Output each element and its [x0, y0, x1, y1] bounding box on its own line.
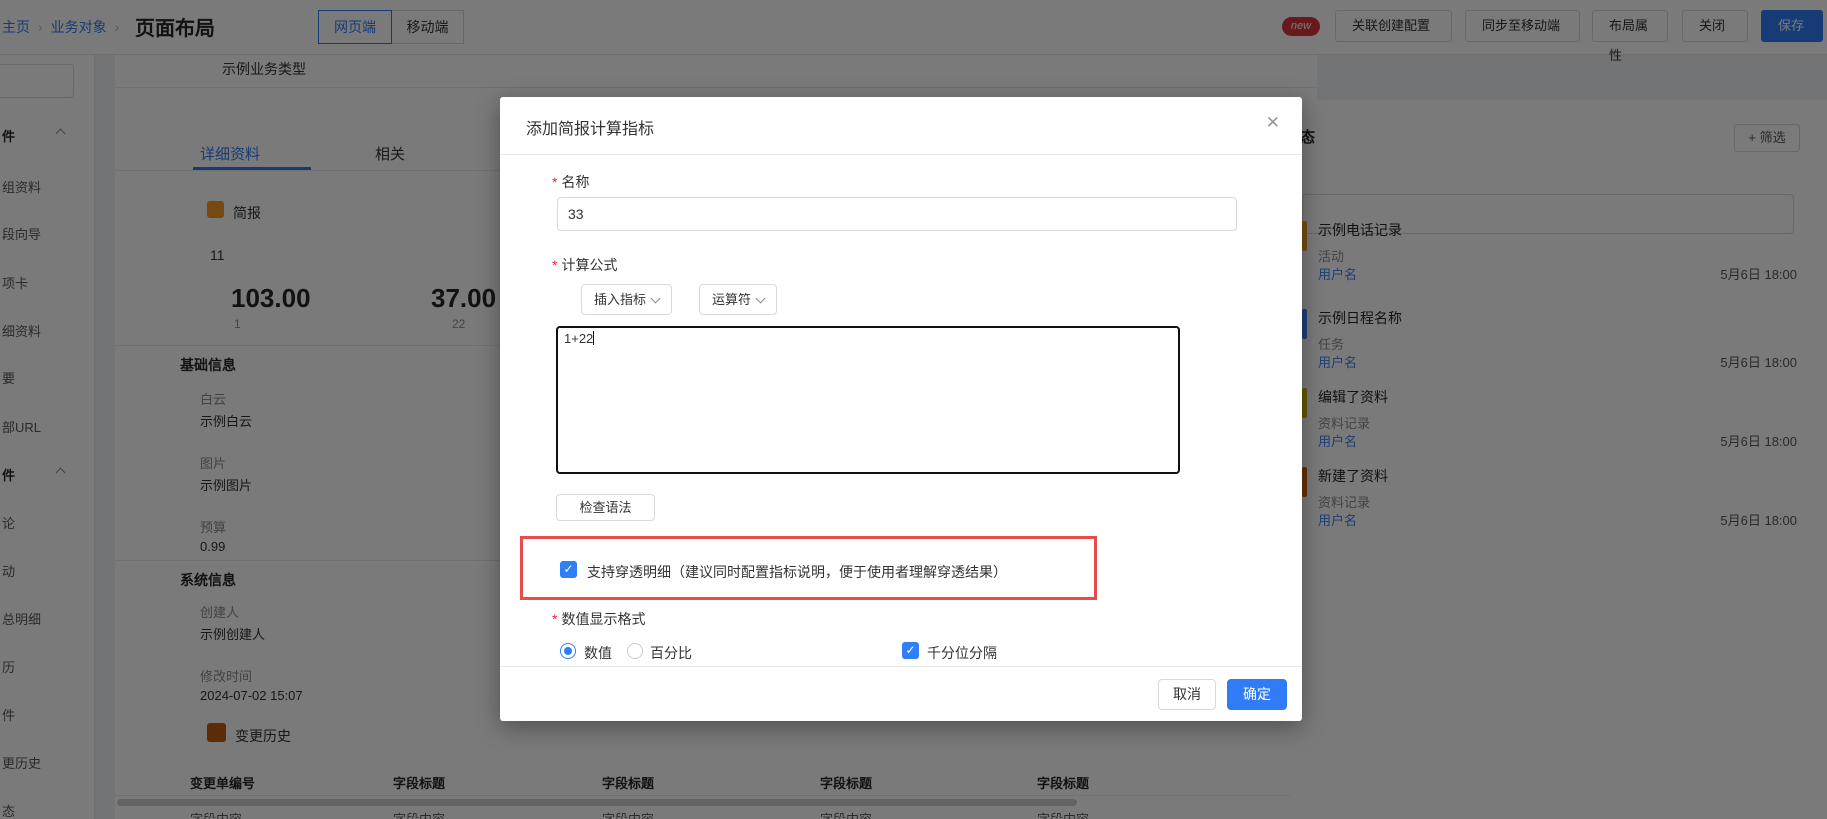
chevron-down-icon	[651, 294, 661, 304]
close-icon[interactable]: ✕	[1266, 113, 1280, 133]
radio-number-label[interactable]: 数值	[584, 643, 612, 663]
insert-metric-dropdown[interactable]: 插入指标	[581, 284, 672, 315]
passthrough-checkbox-label[interactable]: 支持穿透明细（建议同时配置指标说明，便于使用者理解穿透结果）	[587, 562, 1007, 582]
cancel-button[interactable]: 取消	[1158, 679, 1216, 710]
radio-number[interactable]	[560, 643, 576, 659]
thousand-separator-checkbox[interactable]: ✓	[902, 642, 919, 659]
formula-field-label: *计算公式	[552, 255, 617, 275]
text-cursor	[593, 331, 594, 345]
radio-percent-label[interactable]: 百分比	[650, 643, 692, 663]
thousand-separator-label[interactable]: 千分位分隔	[927, 643, 997, 663]
check-syntax-button[interactable]: 检查语法	[556, 494, 655, 521]
name-input[interactable]	[557, 197, 1237, 231]
required-asterisk: *	[552, 257, 557, 273]
chevron-down-icon	[756, 294, 766, 304]
required-asterisk: *	[552, 611, 557, 627]
formula-textarea[interactable]: 1+22	[556, 326, 1180, 474]
dialog-title: 添加简报计算指标	[526, 115, 654, 139]
passthrough-checkbox[interactable]: ✓	[560, 561, 577, 578]
add-brief-metric-dialog: 添加简报计算指标 ✕ *名称 *计算公式 插入指标 运算符 1+22 检查语法 …	[500, 97, 1302, 721]
name-field-label: *名称	[552, 172, 589, 192]
app-window: 主页›业务对象› 页面布局 网页端 移动端 new 关联创建配置 同步至移动端 …	[0, 0, 1827, 819]
operator-dropdown[interactable]: 运算符	[699, 284, 777, 315]
confirm-button[interactable]: 确定	[1227, 679, 1287, 710]
required-asterisk: *	[552, 174, 557, 190]
radio-percent[interactable]	[627, 643, 643, 659]
number-format-label: *数值显示格式	[552, 609, 645, 629]
